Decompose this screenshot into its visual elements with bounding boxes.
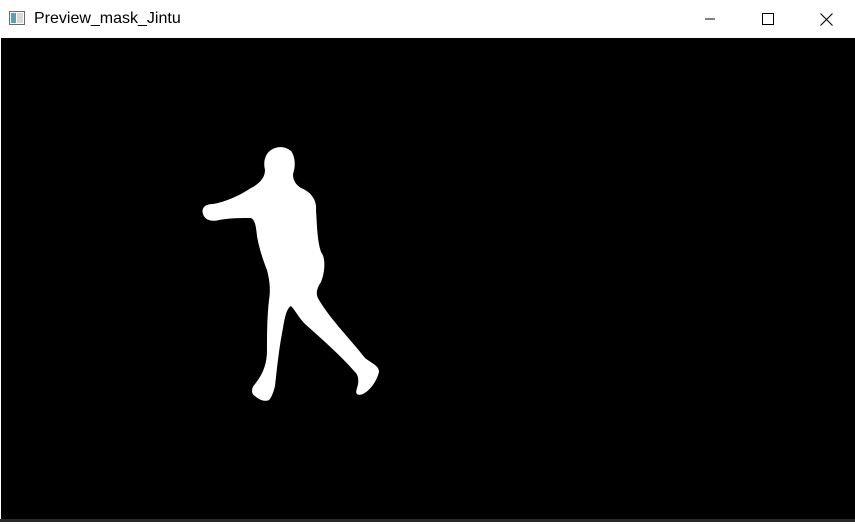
window-title: Preview_mask_Jintu xyxy=(34,10,181,27)
maximize-icon xyxy=(762,13,774,25)
app-window-icon xyxy=(9,11,25,25)
preview-window: Preview_mask_Jintu xyxy=(0,0,855,522)
mask-image xyxy=(1,38,855,519)
title-bar[interactable]: Preview_mask_Jintu xyxy=(0,0,855,38)
close-button[interactable] xyxy=(797,0,855,38)
minimize-button[interactable] xyxy=(681,0,739,38)
close-icon xyxy=(819,12,833,26)
image-canvas[interactable] xyxy=(1,38,855,519)
minimize-icon xyxy=(705,18,715,20)
maximize-button[interactable] xyxy=(739,0,797,38)
